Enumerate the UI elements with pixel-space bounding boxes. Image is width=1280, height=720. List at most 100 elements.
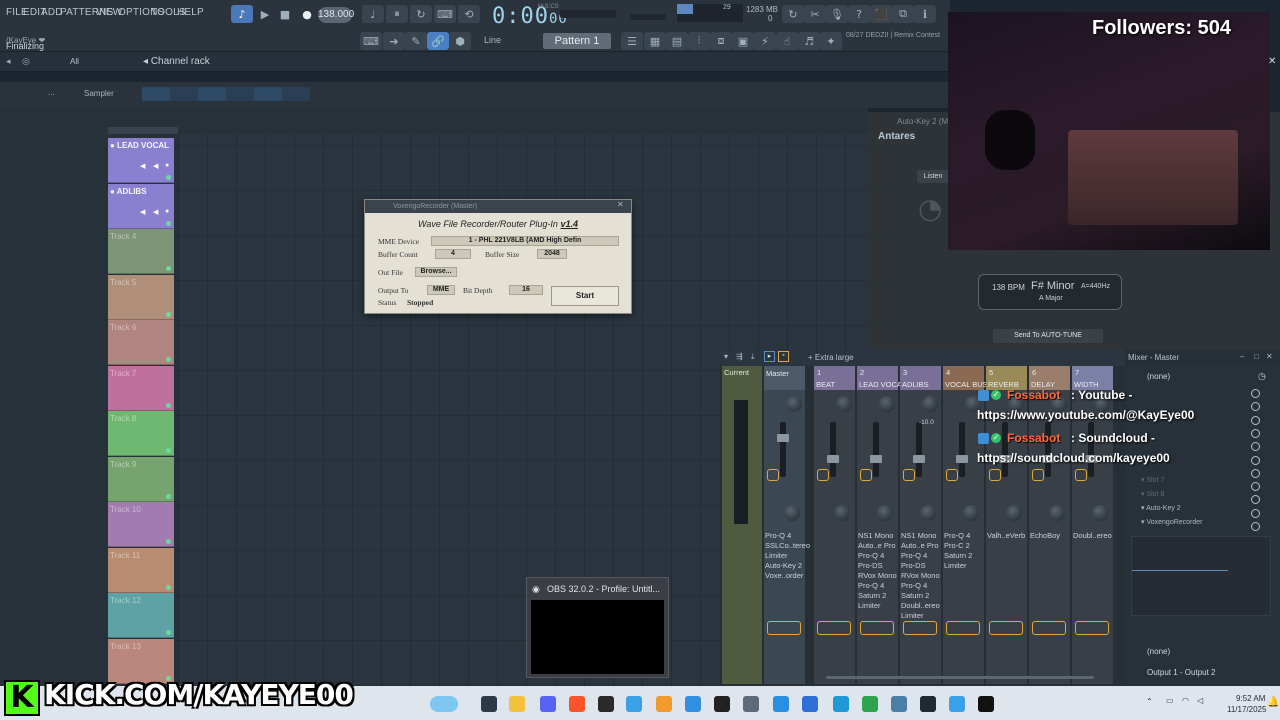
channel-rack-icon[interactable]: ▤ (666, 32, 688, 50)
close-icon[interactable]: ✕ (1266, 352, 1273, 361)
effect-slot[interactable]: RVox Mono (858, 571, 897, 581)
effect-slot[interactable]: Pro-Q 4 (858, 551, 897, 561)
pan-knob[interactable] (922, 396, 938, 412)
save-icon[interactable]: ⬛ (870, 5, 892, 23)
stop-icon[interactable]: ■ (274, 5, 296, 23)
step-button[interactable] (198, 87, 205, 101)
step-button[interactable] (156, 87, 163, 101)
buffer-size-field[interactable]: 2048 (537, 249, 567, 259)
step-button[interactable] (247, 87, 254, 101)
microphone-icon[interactable]: 🎙 (826, 5, 848, 23)
brave-icon[interactable] (569, 696, 585, 712)
track-enable-dot[interactable] (166, 493, 171, 499)
insert-enable-toggle[interactable] (1251, 508, 1260, 518)
chatgpt-icon[interactable] (714, 696, 730, 712)
arrow-icon[interactable]: ➜ (383, 32, 405, 50)
step-button[interactable] (289, 87, 296, 101)
send-to-autotune-button[interactable]: Send To AUTO-TUNE (993, 329, 1103, 343)
track-header[interactable]: Track 9 (108, 456, 174, 502)
mixer-size-select[interactable]: + Extra large (808, 353, 854, 362)
wand-icon[interactable]: ✦ (820, 32, 842, 50)
step-button[interactable] (205, 87, 212, 101)
start-button[interactable]: Start (551, 286, 619, 306)
track-header[interactable]: Track 12 (108, 593, 174, 638)
touch-icon[interactable]: ☝ (776, 32, 798, 50)
step-button[interactable] (212, 87, 219, 101)
send-route-button[interactable] (903, 621, 937, 635)
fx-slot-indicator[interactable] (989, 469, 1001, 481)
help-icon[interactable]: ? (848, 5, 870, 23)
effect-slot[interactable]: RVox Mono (901, 571, 940, 581)
track-enable-dot[interactable] (166, 539, 171, 544)
step-button[interactable] (296, 87, 303, 101)
insert-enable-toggle[interactable] (1251, 455, 1260, 465)
track-header[interactable]: Track 6 (108, 320, 174, 365)
notification-icon[interactable]: 🔔 (1267, 697, 1279, 708)
solo-icon[interactable]: ◀ (153, 208, 158, 216)
mixer-menu-icon[interactable]: ▾ (724, 352, 728, 361)
record-arm-icon[interactable]: ● (165, 162, 169, 169)
insert-input-select[interactable]: (none) (1147, 372, 1170, 381)
insert-slot[interactable]: ▾ Slot 7 (1141, 476, 1164, 484)
master-pitch-slider[interactable] (630, 14, 666, 20)
stereo-knob[interactable] (1006, 505, 1022, 521)
mixer-view-icon[interactable]: ⫶ (688, 32, 710, 50)
track-header[interactable]: Track 5 (108, 274, 174, 320)
track-enable-dot[interactable] (166, 175, 171, 180)
chrome-icon[interactable] (862, 696, 878, 712)
mixer-view-toggle-icon[interactable]: ▪ (778, 351, 789, 362)
insert-enable-toggle[interactable] (1251, 428, 1260, 438)
countdown-icon[interactable]: ↻ (410, 5, 432, 23)
bit-depth-field[interactable]: 16 (509, 285, 543, 295)
step-button[interactable] (177, 87, 184, 101)
menu-help[interactable]: HELP (177, 7, 204, 18)
mute-icon[interactable]: ◀ (140, 208, 145, 216)
step-edit-icon[interactable]: ⌨ (434, 5, 456, 23)
pan-knob[interactable] (879, 396, 895, 412)
channel-rack-title[interactable]: ◂ Channel rack (143, 56, 210, 67)
browser-icon[interactable] (626, 696, 642, 712)
track-header[interactable]: Track 10 (108, 502, 174, 547)
insert-enable-toggle[interactable] (1251, 522, 1260, 531)
step-button[interactable] (282, 87, 289, 101)
send-route-button[interactable] (1032, 621, 1066, 635)
send-route-button[interactable] (860, 621, 894, 635)
output-select[interactable]: Output 1 - Output 2 (1147, 668, 1215, 677)
effect-slot[interactable]: Auto..e Pro (858, 541, 897, 551)
track-enable-dot[interactable] (166, 266, 171, 271)
step-button[interactable] (191, 87, 198, 101)
effect-slot[interactable]: Limiter (901, 611, 940, 621)
tiktok-icon[interactable] (978, 696, 994, 712)
mixer-strip[interactable] (814, 366, 855, 684)
clock-date[interactable]: 11/17/2025 (1227, 705, 1266, 714)
tempo-tap-icon[interactable]: ♬ (798, 32, 820, 50)
insert-slot[interactable]: ▾ VoxengoRecorder (1141, 518, 1203, 526)
effect-slot[interactable]: SSLCo..tereo (765, 541, 810, 551)
track-header[interactable]: Track 13 (108, 638, 174, 684)
insert-enable-toggle[interactable] (1251, 389, 1260, 398)
send-route-button[interactable] (1075, 621, 1109, 635)
effect-slot[interactable]: Pro-Q 4 (901, 551, 940, 561)
file-explorer-icon[interactable] (509, 696, 525, 712)
step-button[interactable] (303, 87, 310, 101)
metronome-icon[interactable]: ♩ (362, 5, 384, 23)
insert-slot[interactable]: ▾ Slot 8 (1141, 490, 1164, 498)
track-enable-dot[interactable] (166, 630, 171, 635)
collapse-icon[interactable]: ◂ (6, 56, 11, 67)
fl-studio-icon[interactable] (656, 696, 672, 712)
effect-slot[interactable]: Doubl..ereo (1073, 531, 1112, 541)
step-button[interactable] (275, 87, 282, 101)
fx-slot-indicator[interactable] (1032, 469, 1044, 481)
close-icon[interactable]: ✕ (1268, 56, 1276, 67)
effect-slot[interactable]: Limiter (944, 561, 972, 571)
edge-icon[interactable] (833, 696, 849, 712)
step-button[interactable] (233, 87, 240, 101)
current-strip[interactable]: Current (722, 366, 762, 684)
effect-slot[interactable]: EchoBoy (1030, 531, 1060, 541)
close-icon[interactable]: ✕ (617, 200, 624, 209)
clock-time[interactable]: 9:52 AM (1236, 694, 1265, 703)
effect-slot[interactable]: Limiter (858, 601, 897, 611)
effect-slot[interactable]: Pro-DS (858, 561, 897, 571)
send-route-button[interactable] (989, 621, 1023, 635)
effect-slot[interactable]: Voxe..order (765, 571, 810, 581)
